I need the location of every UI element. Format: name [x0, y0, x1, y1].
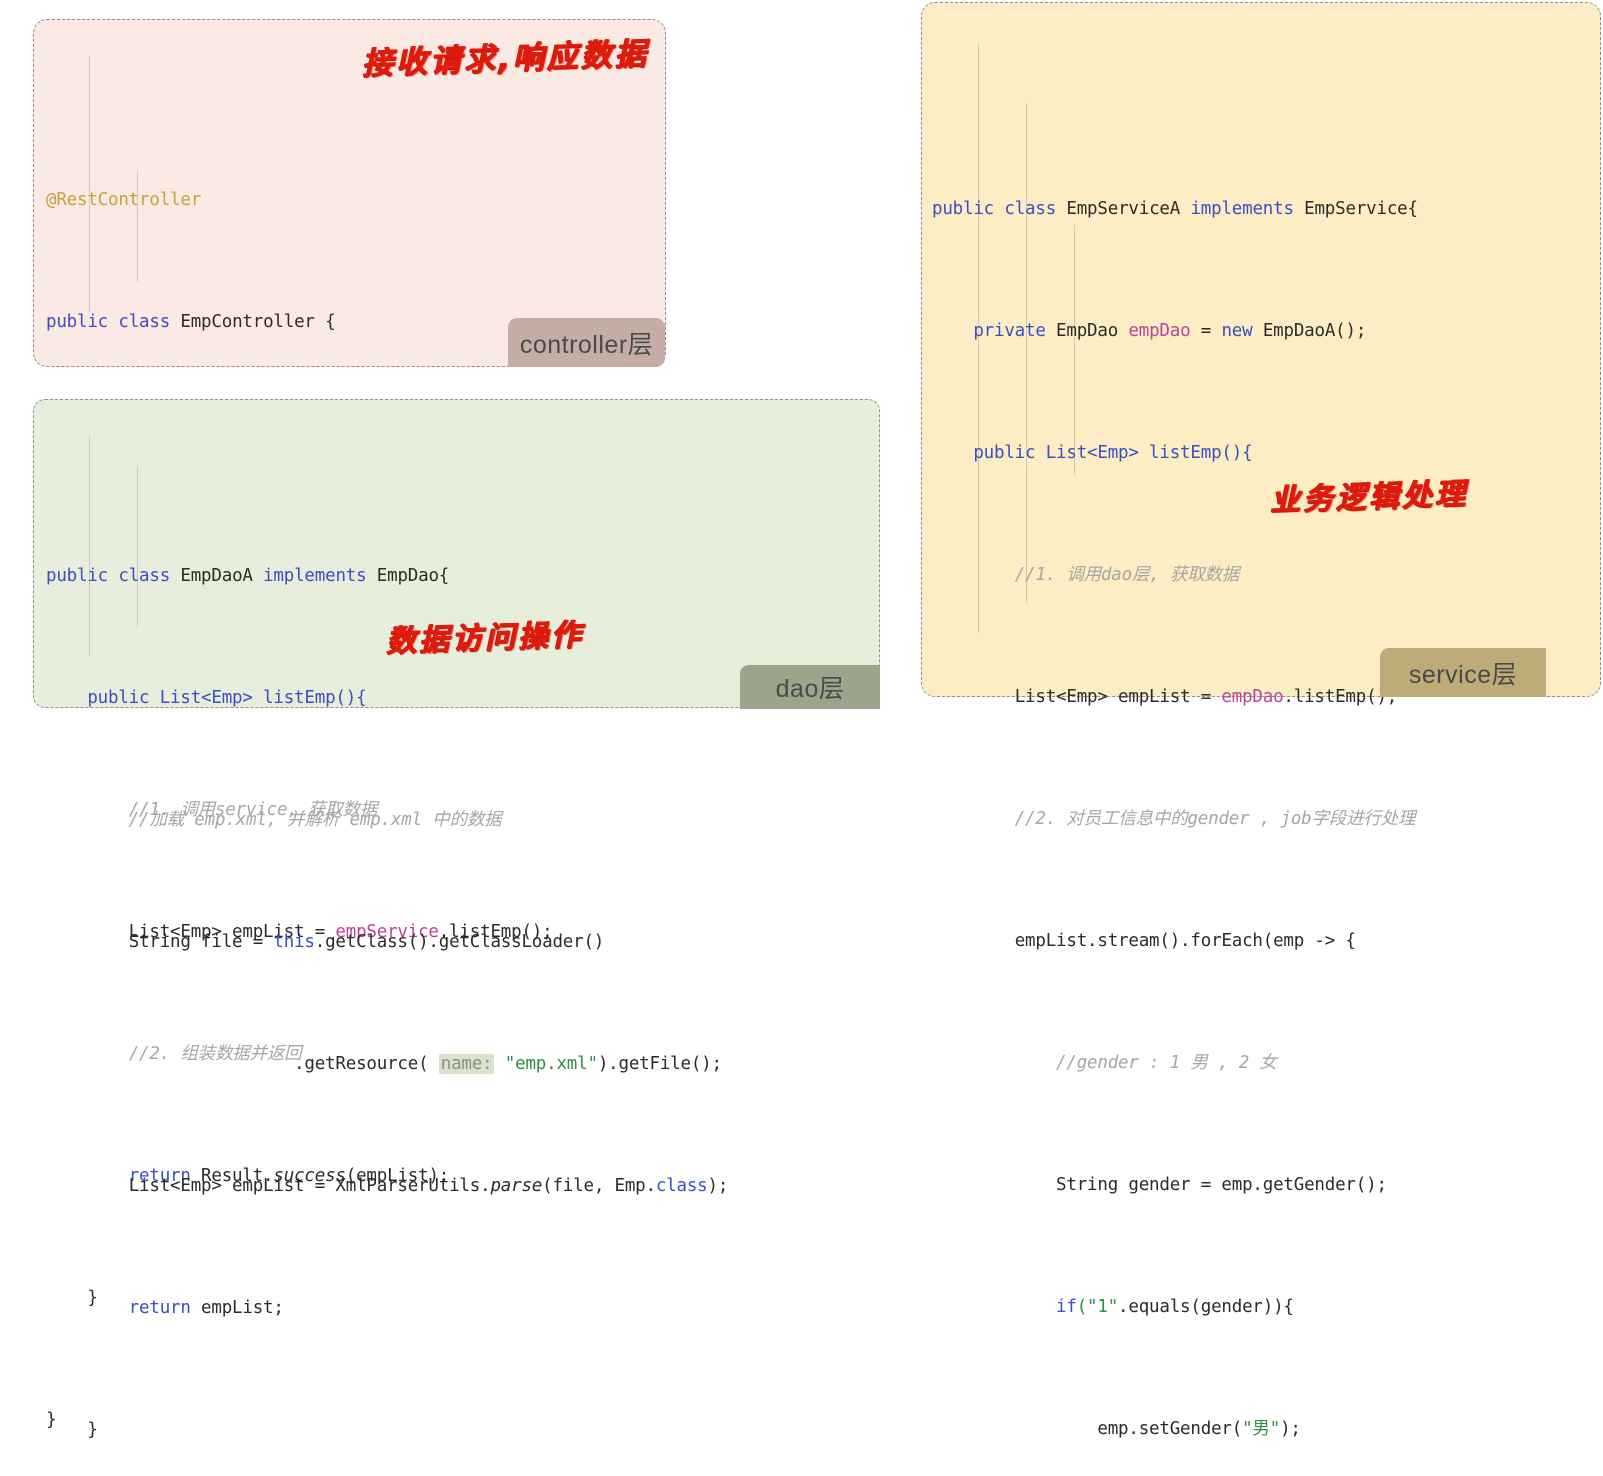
code-line: return empList; [46, 1293, 879, 1324]
badge-controller-layer: controller层 [508, 318, 665, 367]
kw-public: public [46, 565, 109, 586]
code-line: emp.setGender("男"); [932, 1414, 1600, 1445]
kw-new: new [1221, 321, 1253, 341]
code-line-comment: //gender : 1 男 , 2 女 [932, 1048, 1600, 1079]
annotation-service: 业务逻辑处理 [1269, 476, 1469, 519]
kw-return: return [128, 1297, 191, 1318]
indent-guide [89, 436, 90, 656]
static-method: parse [490, 1175, 543, 1196]
kw-class: class [1004, 199, 1057, 219]
parameter-hint: name: [438, 1053, 495, 1074]
class-name: EmpController { [180, 311, 336, 332]
kw-if: if [1056, 1297, 1077, 1317]
gender-decl: String gender = emp.getGender(); [1056, 1175, 1387, 1195]
type-name: EmpDao [1056, 321, 1119, 341]
field-name: empDao [1128, 321, 1191, 341]
assign-op: = [1200, 321, 1212, 341]
kw-class: class [118, 311, 171, 332]
brace-close-inner: } [87, 1419, 98, 1440]
decl: List<Emp> empList = XmlParserUtils. [128, 1175, 491, 1196]
code-line: @RestController [46, 185, 665, 216]
code-line: private EmpDao empDao = new EmpDaoA(); [932, 316, 1600, 347]
annotation-dao: 数据访问操作 [385, 617, 585, 660]
kw-public: public [932, 199, 995, 219]
kw-class: class [118, 565, 171, 586]
kw-implements: implements [263, 565, 367, 586]
comment-2: //2. 对员工信息中的gender , job字段进行处理 [1014, 809, 1416, 829]
method-signature: public List<Emp> listEmp(){ [973, 443, 1253, 463]
return-value: empList; [201, 1297, 284, 1318]
comment-3: //gender : 1 男 , 2 女 [1056, 1053, 1277, 1073]
badge-service-layer: service层 [1380, 648, 1546, 697]
rest-controller-annotation: @RestController [46, 189, 202, 210]
dao-code: public class EmpDaoA implements EmpDao{ … [34, 400, 879, 1476]
string-literal-1: ("1" [1076, 1297, 1119, 1317]
comment-1: //1. 调用dao层, 获取数据 [1014, 565, 1240, 585]
equals-call: .equals(gender)){ [1118, 1297, 1294, 1317]
get-resource-call: .getResource( [294, 1053, 439, 1074]
code-line: String file = this.getClass().getClassLo… [46, 927, 879, 958]
code-line: public List<Emp> listEmp(){ [932, 438, 1600, 469]
service-code: public class EmpServiceA implements EmpS… [922, 3, 1600, 1476]
string-literal: "emp.xml" [504, 1053, 598, 1074]
indent-guide [137, 467, 138, 627]
code-line: public class EmpServiceA implements EmpS… [932, 194, 1600, 225]
kw-private: private [973, 321, 1046, 341]
indent-guide [1026, 103, 1027, 603]
code-line-comment: //加载 emp.xml, 并解析 emp.xml 中的数据 [46, 805, 879, 836]
ctor-call: EmpDaoA(); [1262, 321, 1367, 341]
service-code-panel: public class EmpServiceA implements EmpS… [921, 2, 1601, 1439]
code-line: .getResource( name: "emp.xml").getFile()… [46, 1049, 879, 1080]
field-ref: empDao [1221, 687, 1284, 707]
call-args: (file, Emp. [542, 1175, 656, 1196]
code-line-comment: //1. 调用dao层, 获取数据 [932, 560, 1600, 591]
code-line: } [46, 1415, 879, 1446]
kw-class: class [655, 1175, 708, 1196]
dao-code-panel: public class EmpDaoA implements EmpDao{ … [33, 399, 880, 1440]
kw-this: this [273, 931, 315, 952]
kw-public: public [46, 311, 109, 332]
code-line: empList.stream().forEach(emp -> { [932, 926, 1600, 957]
call-end: ); [707, 1175, 729, 1196]
decl: String file = [128, 931, 274, 952]
set-gender-male: emp.setGender("男"); [1097, 1419, 1301, 1439]
code-line: if("1".equals(gender)){ [932, 1292, 1600, 1323]
code-line: public class EmpDaoA implements EmpDao{ [46, 561, 879, 592]
comment-1: //加载 emp.xml, 并解析 emp.xml 中的数据 [128, 809, 502, 830]
interface-name: EmpDao{ [376, 565, 450, 586]
foreach-call: empList.stream().forEach(emp -> { [1014, 931, 1356, 951]
badge-dao-layer: dao层 [740, 665, 880, 709]
code-line: List<Emp> empList = XmlParserUtils.parse… [46, 1171, 879, 1202]
code-line-comment: //2. 对员工信息中的gender , job字段进行处理 [932, 804, 1600, 835]
code-line: String gender = emp.getGender(); [932, 1170, 1600, 1201]
interface-name: EmpService{ [1304, 199, 1418, 219]
kw-implements: implements [1190, 199, 1294, 219]
get-file-call: ).getFile(); [597, 1053, 722, 1074]
chain-call: .getClass().getClassLoader() [314, 931, 605, 952]
method-signature: public List<Emp> listEmp(){ [87, 687, 367, 708]
class-name: EmpServiceA [1066, 199, 1181, 219]
class-name: EmpDaoA [180, 565, 253, 586]
decl: List<Emp> empList = [1014, 687, 1222, 707]
